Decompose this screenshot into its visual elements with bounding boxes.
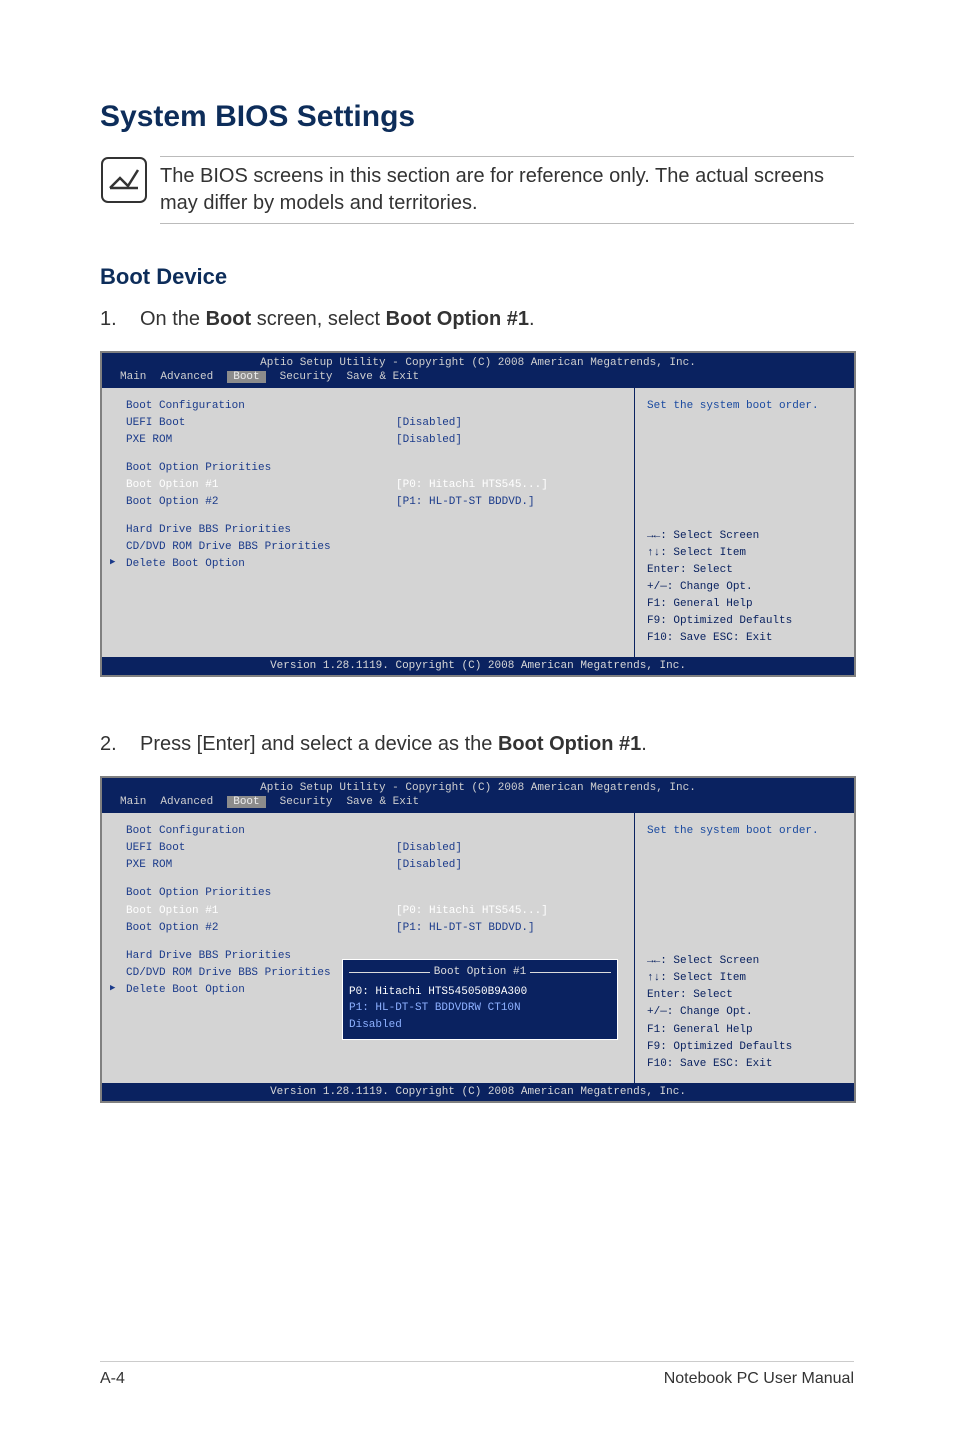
pxe-rom-value: [Disabled] — [396, 432, 462, 449]
key-select-item: ↑↓: Select Item — [647, 545, 842, 562]
step-2-body: Press [Enter] and select a device as the… — [140, 731, 854, 758]
boot-option-2-value: [P1: HL-DT-ST BDDVD.] — [396, 494, 535, 511]
tab-advanced: Advanced — [160, 371, 213, 383]
step-1: 1. On the Boot screen, select Boot Optio… — [100, 306, 854, 333]
boot-option-1-value-2: [P0: Hitachi HTS545...] — [396, 903, 548, 920]
step-1-bold-option: Boot Option #1 — [386, 308, 529, 330]
key-select-screen: →←: Select Screen — [647, 528, 842, 545]
boot-option-priorities-label-2: Boot Option Priorities — [126, 885, 396, 902]
bios-help-text-1: Set the system boot order. — [647, 398, 842, 528]
uefi-boot-value-2: [Disabled] — [396, 840, 462, 857]
note-block: The BIOS screens in this section are for… — [100, 156, 854, 224]
key-general-help: F1: General Help — [647, 596, 842, 613]
popup-title: Boot Option #1 — [434, 964, 526, 981]
key-select-screen-2: →←: Select Screen — [647, 953, 842, 970]
pxe-rom-label: PXE ROM — [126, 432, 396, 449]
step-2-bold-option: Boot Option #1 — [498, 733, 641, 755]
note-text: The BIOS screens in this section are for… — [160, 156, 854, 224]
bios-right-panel-2: Set the system boot order. →←: Select Sc… — [634, 813, 854, 1082]
step-2: 2. Press [Enter] and select a device as … — [100, 731, 854, 758]
tab-advanced-2: Advanced — [160, 796, 213, 808]
key-enter-select-2: Enter: Select — [647, 987, 842, 1004]
bios-left-panel-2: Boot Configuration UEFI Boot[Disabled] P… — [102, 813, 634, 1082]
step-1-number: 1. — [100, 306, 140, 333]
popup-option-disabled: Disabled — [349, 1017, 611, 1034]
key-optimized-defaults: F9: Optimized Defaults — [647, 613, 842, 630]
key-optimized-defaults-2: F9: Optimized Defaults — [647, 1039, 842, 1056]
note-icon — [100, 156, 148, 204]
boot-device-heading: Boot Device — [100, 264, 854, 290]
cd-dvd-bbs-priorities: CD/DVD ROM Drive BBS Priorities — [126, 539, 396, 556]
key-change-opt-2: +/—: Change Opt. — [647, 1004, 842, 1021]
tab-main-2: Main — [120, 796, 146, 808]
step-1-text-c: . — [529, 308, 535, 330]
footer-title: Notebook PC User Manual — [664, 1370, 854, 1388]
bios-version-2: Version 1.28.1119. Copyright (C) 2008 Am… — [102, 1083, 854, 1101]
boot-option-2-label-2: Boot Option #2 — [126, 920, 396, 937]
boot-option-1-value: [P0: Hitachi HTS545...] — [396, 477, 548, 494]
hdd-bbs-priorities: Hard Drive BBS Priorities — [126, 522, 396, 539]
boot-option-priorities-label: Boot Option Priorities — [126, 460, 396, 477]
popup-option-1: P0: Hitachi HTS545050B9A300 — [349, 984, 611, 1001]
popup-option-2: P1: HL-DT-ST BDDVDRW CT10N — [349, 1000, 611, 1017]
bios-tabs-2: Main Advanced Boot Security Save & Exit — [102, 794, 854, 812]
bios-key-help-2: →←: Select Screen ↑↓: Select Item Enter:… — [647, 953, 842, 1072]
step-2-number: 2. — [100, 731, 140, 758]
page-heading: System BIOS Settings — [100, 100, 854, 134]
boot-option-2-value-2: [P1: HL-DT-ST BDDVD.] — [396, 920, 535, 937]
page-number: A-4 — [100, 1370, 125, 1388]
uefi-boot-value: [Disabled] — [396, 415, 462, 432]
boot-option-1-label-2: Boot Option #1 — [126, 903, 396, 920]
step-1-text-a: On the — [140, 308, 206, 330]
bios-screenshot-2: Aptio Setup Utility - Copyright (C) 2008… — [100, 776, 856, 1102]
key-change-opt: +/—: Change Opt. — [647, 579, 842, 596]
tab-security: Security — [280, 371, 333, 383]
bios-tabs-1: Main Advanced Boot Security Save & Exit — [102, 369, 854, 387]
key-enter-select: Enter: Select — [647, 562, 842, 579]
bios-version-1: Version 1.28.1119. Copyright (C) 2008 Am… — [102, 657, 854, 675]
bios-help-text-2: Set the system boot order. — [647, 823, 842, 953]
step-2-text-b: . — [641, 733, 647, 755]
boot-configuration-label: Boot Configuration — [126, 398, 396, 415]
boot-option-popup: Boot Option #1 P0: Hitachi HTS545050B9A3… — [342, 959, 618, 1040]
boot-option-1-label: Boot Option #1 — [126, 477, 396, 494]
key-save-exit: F10: Save ESC: Exit — [647, 630, 842, 647]
uefi-boot-label: UEFI Boot — [126, 415, 396, 432]
boot-option-2-label: Boot Option #2 — [126, 494, 396, 511]
bios-copyright-2: Aptio Setup Utility - Copyright (C) 2008… — [102, 778, 854, 794]
tab-save-exit: Save & Exit — [346, 371, 419, 383]
pxe-rom-label-2: PXE ROM — [126, 857, 396, 874]
bios-left-panel-1: Boot Configuration UEFI Boot[Disabled] P… — [102, 388, 634, 657]
tab-save-exit-2: Save & Exit — [346, 796, 419, 808]
boot-configuration-label-2: Boot Configuration — [126, 823, 396, 840]
step-1-text-b: screen, select — [251, 308, 386, 330]
step-1-body: On the Boot screen, select Boot Option #… — [140, 306, 854, 333]
delete-boot-option: Delete Boot Option — [126, 556, 396, 573]
pxe-rom-value-2: [Disabled] — [396, 857, 462, 874]
step-2-text-a: Press [Enter] and select a device as the — [140, 733, 498, 755]
step-1-bold-boot: Boot — [206, 308, 252, 330]
tab-boot: Boot — [227, 371, 265, 383]
tab-boot-2: Boot — [227, 796, 265, 808]
tab-main: Main — [120, 371, 146, 383]
uefi-boot-label-2: UEFI Boot — [126, 840, 396, 857]
page-footer: A-4 Notebook PC User Manual — [100, 1361, 854, 1388]
key-general-help-2: F1: General Help — [647, 1022, 842, 1039]
key-save-exit-2: F10: Save ESC: Exit — [647, 1056, 842, 1073]
key-select-item-2: ↑↓: Select Item — [647, 970, 842, 987]
bios-screenshot-1: Aptio Setup Utility - Copyright (C) 2008… — [100, 351, 856, 677]
bios-key-help-1: →←: Select Screen ↑↓: Select Item Enter:… — [647, 528, 842, 647]
tab-security-2: Security — [280, 796, 333, 808]
bios-right-panel-1: Set the system boot order. →←: Select Sc… — [634, 388, 854, 657]
bios-copyright-1: Aptio Setup Utility - Copyright (C) 2008… — [102, 353, 854, 369]
